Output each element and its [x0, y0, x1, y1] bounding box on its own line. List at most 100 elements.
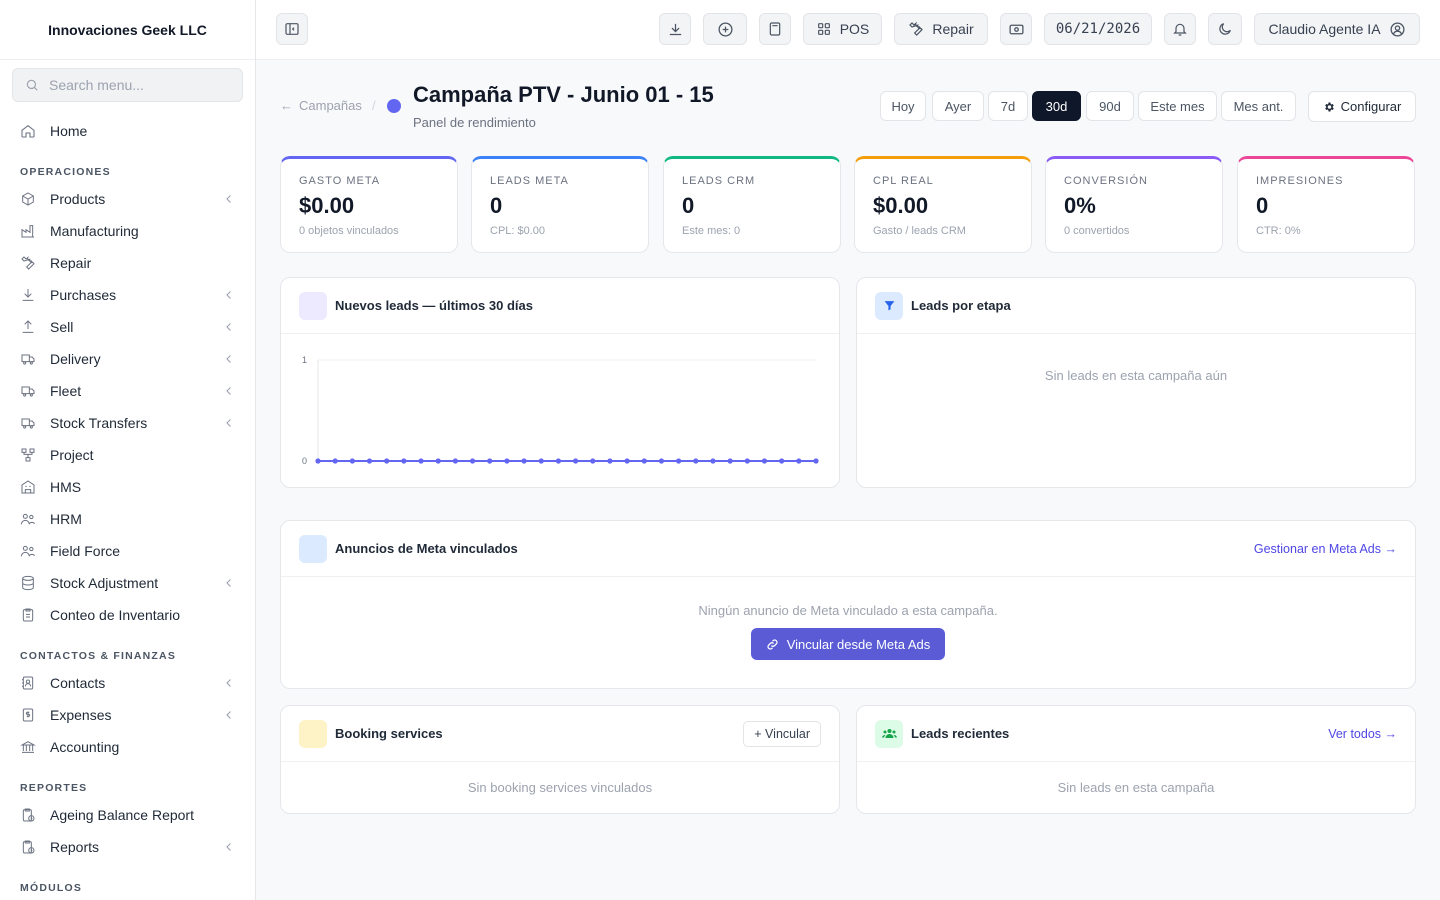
manage-meta-ads-link[interactable]: Gestionar en Meta Ads → [1254, 542, 1397, 556]
chevron-left-icon [223, 577, 235, 589]
configure-button[interactable]: Configurar [1308, 91, 1416, 122]
booking-icon [299, 719, 327, 748]
download-button[interactable] [659, 13, 691, 45]
data-point [504, 458, 510, 464]
sidebar-item-label: Accounting [50, 739, 120, 755]
data-point [366, 458, 373, 464]
sidebar-item-manufacturing[interactable]: Manufacturing [0, 215, 255, 247]
range-button-ayer[interactable]: Ayer [932, 91, 984, 121]
chevron-left-icon [223, 385, 235, 397]
moon-icon [1217, 21, 1233, 37]
toggle-sidebar-button[interactable] [276, 13, 308, 45]
campaign-status-dot [387, 99, 401, 113]
card-title: Booking services [335, 726, 443, 741]
sidebar-item-reports[interactable]: Reports [0, 831, 255, 863]
kpi-subtext: CPL: $0.00 [490, 225, 546, 237]
range-button-30d[interactable]: 30d [1032, 91, 1081, 121]
sidebar-item-accounting[interactable]: Accounting [0, 731, 255, 763]
wrench-icon [20, 255, 36, 271]
range-button-hoy[interactable]: Hoy [880, 91, 926, 121]
user-circle-icon [1389, 21, 1406, 38]
calculator-button[interactable] [759, 13, 791, 45]
sidebar-item-project[interactable]: Project [0, 439, 255, 471]
sidebar-item-label: Reports [50, 839, 100, 855]
sidebar-item-label: Repair [50, 255, 92, 271]
range-button-este-mes[interactable]: Este mes [1138, 91, 1217, 121]
sidebar-item-fleet[interactable]: Fleet [0, 375, 255, 407]
range-button-90d[interactable]: 90d [1086, 91, 1134, 121]
new-leads-chart-card: Nuevos leads — últimos 30 días 01 [280, 277, 840, 488]
chevron-left-icon [223, 709, 235, 721]
cash-register-button[interactable] [1000, 13, 1032, 45]
sidebar-item-products[interactable]: Products [0, 183, 255, 215]
data-point [761, 458, 768, 464]
card-header: Nuevos leads — últimos 30 días [281, 278, 839, 334]
section-title-modulos: MÓDULOS [20, 882, 83, 894]
notifications-button[interactable] [1164, 13, 1196, 45]
pos-button[interactable]: POS [803, 13, 882, 45]
data-point [469, 458, 476, 464]
data-point [676, 458, 682, 464]
arrow-left-icon: ← [280, 98, 293, 113]
kpi-subtext: CTR: 0% [1256, 225, 1301, 237]
truck-icon [20, 415, 36, 431]
sidebar-item-sell[interactable]: Sell [0, 311, 255, 343]
reportes-list: Ageing Balance Report Reports [0, 799, 255, 863]
box-icon [20, 191, 36, 207]
sidebar-item-stock-adjustment[interactable]: Stock Adjustment [0, 567, 255, 599]
sidebar: Innovaciones Geek LLC Search menu... Hom… [0, 0, 256, 900]
data-point [521, 458, 527, 464]
kpi-label: CPL REAL [873, 175, 934, 187]
sidebar-item-delivery[interactable]: Delivery [0, 343, 255, 375]
data-point [624, 458, 630, 464]
data-point [710, 458, 716, 464]
sidebar-item-home[interactable]: Home [0, 115, 255, 147]
link-meta-ads-label: Vincular desde Meta Ads [786, 636, 931, 652]
database-icon [20, 575, 36, 591]
breadcrumb-label: Campañas [299, 98, 362, 113]
download-icon [20, 287, 36, 303]
booking-services-card: Booking services + Vincular Sin booking … [280, 705, 840, 814]
sidebar-item-contacts[interactable]: Contacts [0, 667, 255, 699]
sidebar-item-ageing-balance-report[interactable]: Ageing Balance Report [0, 799, 255, 831]
range-button-mes-ant[interactable]: Mes ant. [1221, 91, 1296, 121]
section-title-contactos: CONTACTOS & FINANZAS [20, 650, 177, 662]
sidebar-item-repair[interactable]: Repair [0, 247, 255, 279]
sidebar-item-label: Products [50, 191, 106, 207]
link-booking-button[interactable]: + Vincular [743, 720, 821, 747]
data-point [744, 458, 750, 464]
clipboard-clock-icon [20, 839, 36, 855]
breadcrumb-separator: / [372, 98, 376, 113]
link-meta-ads-button[interactable]: Vincular desde Meta Ads [750, 628, 946, 660]
card-title: Leads por etapa [911, 298, 1011, 313]
data-point [658, 458, 665, 464]
bank-icon [20, 739, 36, 755]
view-all-leads-link[interactable]: Ver todos → [1328, 727, 1397, 741]
kpi-card-impresiones: IMPRESIONES 0 CTR: 0% [1237, 156, 1415, 253]
add-button[interactable] [703, 13, 747, 45]
range-button-7d[interactable]: 7d [988, 91, 1028, 121]
sidebar-item-purchases[interactable]: Purchases [0, 279, 255, 311]
search-icon [25, 78, 39, 92]
current-date: 06/21/2026 [1055, 21, 1141, 37]
date-button[interactable]: 06/21/2026 [1044, 13, 1152, 45]
data-point [641, 458, 647, 464]
clipboard-clock-icon [20, 807, 36, 823]
sidebar-item-expenses[interactable]: Expenses [0, 699, 255, 731]
theme-toggle-button[interactable] [1208, 13, 1242, 45]
sidebar-item-label: Ageing Balance Report [50, 807, 194, 823]
sidebar-item-conteo-de-inventario[interactable]: Conteo de Inventario [0, 599, 255, 631]
data-point [607, 458, 613, 464]
sidebar-item-field-force[interactable]: Field Force [0, 535, 255, 567]
sidebar-item-hms[interactable]: HMS [0, 471, 255, 503]
kpi-card-gasto-meta: GASTO META $0.00 0 objetos vinculados [280, 156, 458, 253]
search-input[interactable]: Search menu... [12, 68, 243, 102]
money-icon [1008, 21, 1025, 38]
repair-button[interactable]: Repair [894, 13, 988, 45]
user-menu-button[interactable]: Claudio Agente IA [1254, 13, 1420, 45]
kpi-subtext: Gasto / leads CRM [873, 225, 966, 237]
sidebar-item-stock-transfers[interactable]: Stock Transfers [0, 407, 255, 439]
sidebar-item-hrm[interactable]: HRM [0, 503, 255, 535]
sitemap-icon [20, 447, 36, 463]
breadcrumb-back-link[interactable]: ← Campañas [280, 98, 362, 113]
